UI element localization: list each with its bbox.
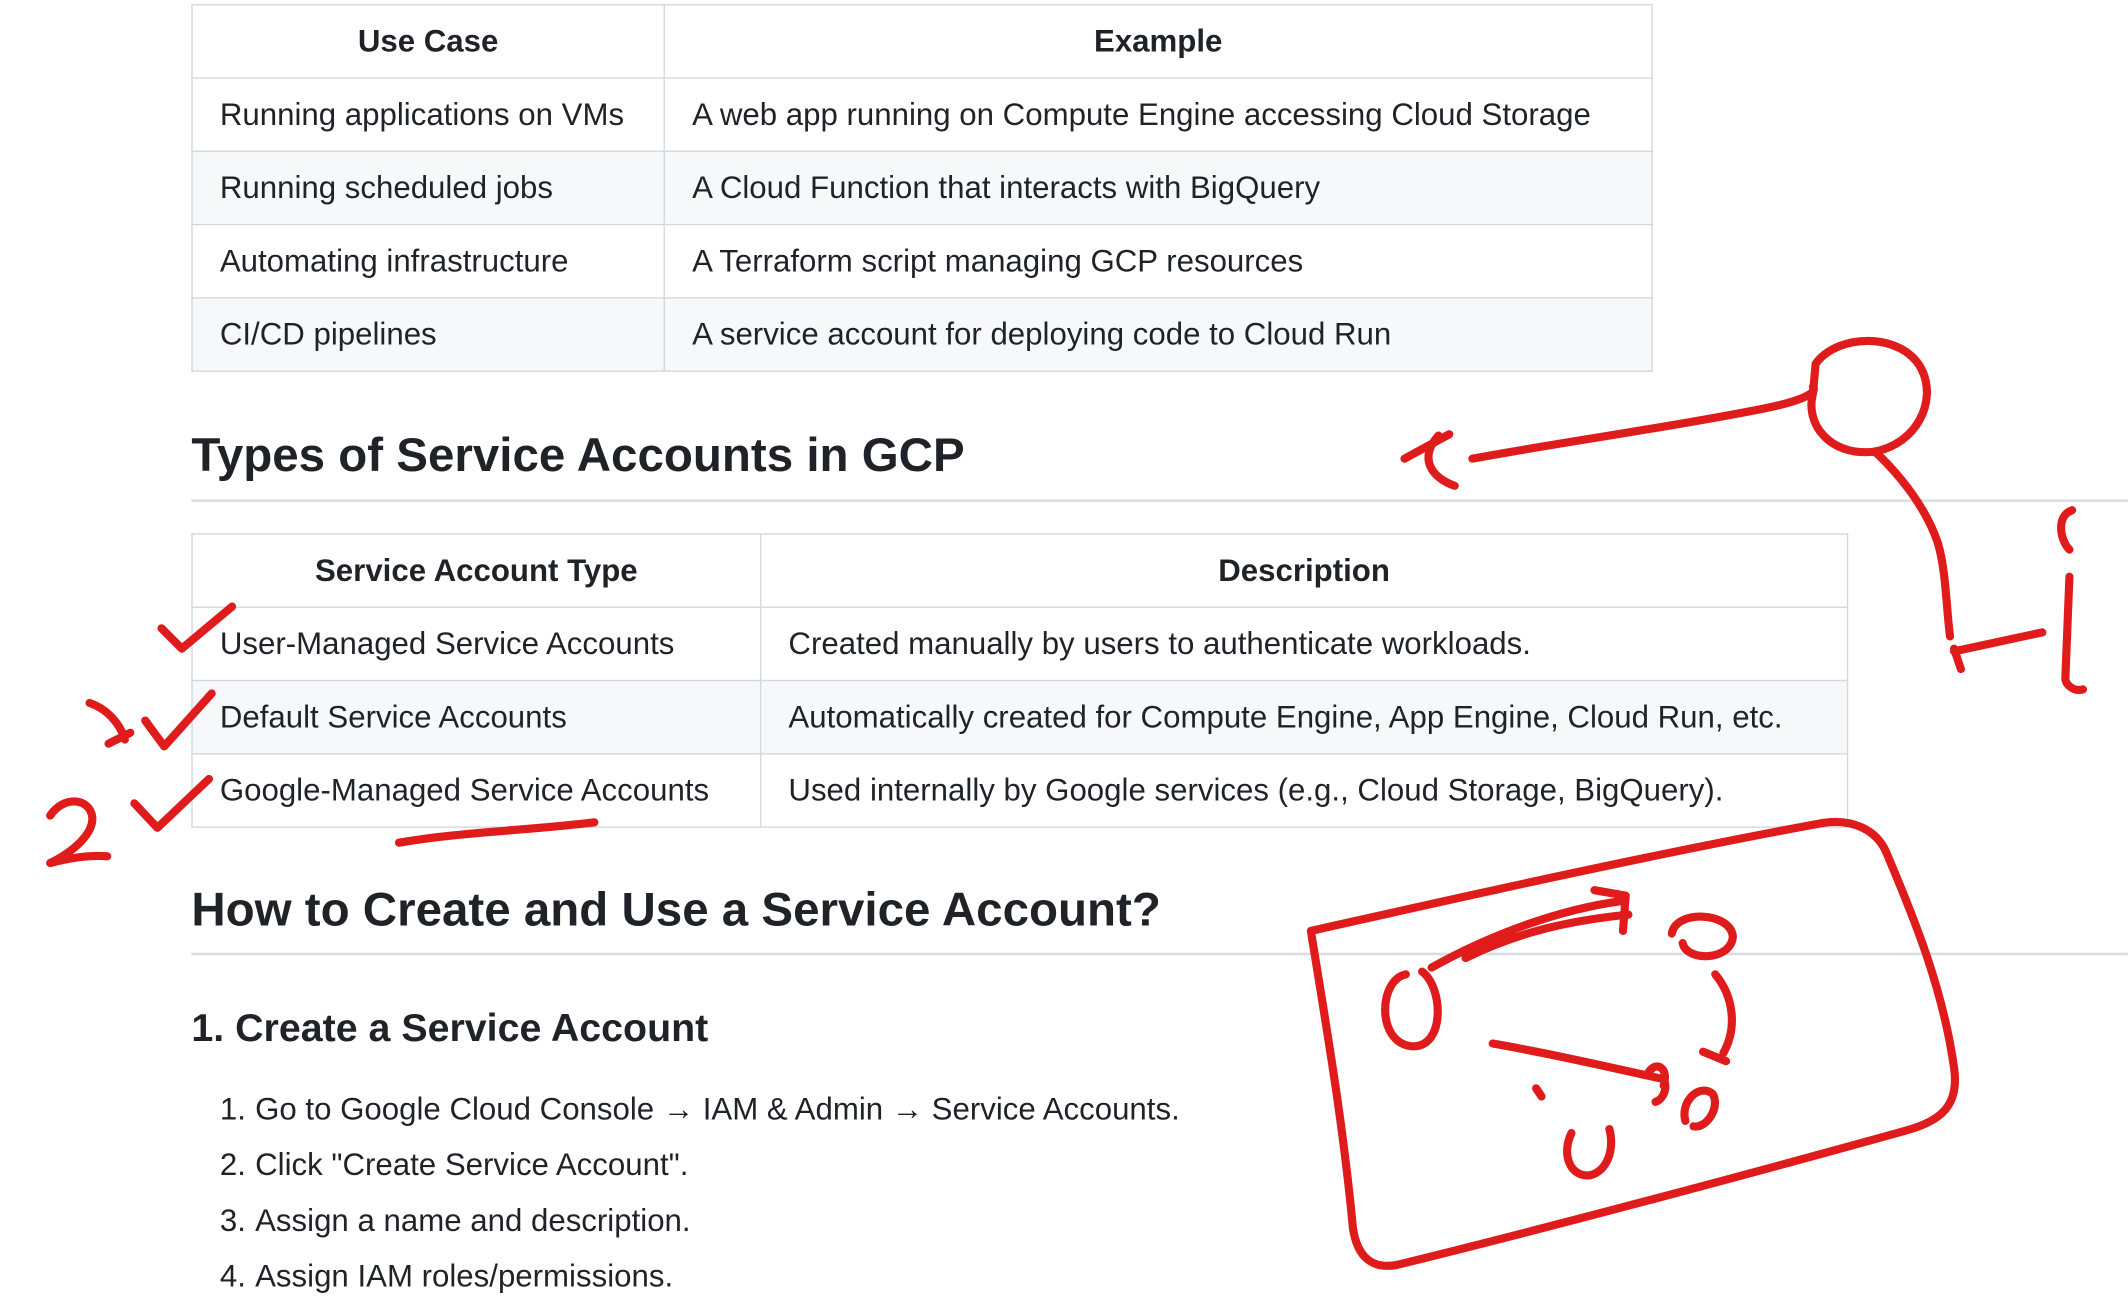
step-text: Click "Create Service Account". xyxy=(255,1146,689,1182)
table-row: Running applications on VMs A web app ru… xyxy=(191,77,1653,152)
sketch-loop xyxy=(1680,1086,1719,1131)
step-text: Assign a name and description. xyxy=(255,1202,691,1238)
circle-mark xyxy=(1807,336,1931,457)
howto-heading: How to Create and Use a Service Account? xyxy=(191,883,1161,937)
sketch-dot xyxy=(1532,1084,1546,1101)
rectangle-box xyxy=(1306,817,1960,1270)
column-header-use-case: Use Case xyxy=(191,4,665,79)
step-number: 3. xyxy=(219,1202,246,1238)
heading-divider xyxy=(191,952,2128,955)
column-header-description: Description xyxy=(759,533,1849,608)
types-heading: Types of Service Accounts in GCP xyxy=(191,428,965,482)
step-number: 2. xyxy=(219,1146,246,1182)
table-row: Running scheduled jobs A Cloud Function … xyxy=(191,150,1653,226)
description-cell: Used internally by Google services (e.g.… xyxy=(759,753,1849,828)
steps-list: 1. Go to Google Cloud Console → IAM & Adm… xyxy=(220,1086,1180,1309)
connector-line xyxy=(1872,449,2047,674)
table-row: Default Service Accounts Automatically c… xyxy=(191,679,1849,755)
sketch-loop xyxy=(1667,912,1737,961)
column-header-type: Service Account Type xyxy=(191,533,762,608)
account-type-cell: Google-Managed Service Accounts xyxy=(191,753,762,828)
handwritten-number-1 xyxy=(85,698,135,748)
sketch-loop xyxy=(1381,967,1442,1051)
description-cell: Automatically created for Compute Engine… xyxy=(759,679,1849,755)
sketch-loop xyxy=(1563,1124,1616,1180)
use-case-cell: CI/CD pipelines xyxy=(191,297,665,372)
service-account-types-table: Service Account Type Description User-Ma… xyxy=(191,533,1849,828)
heading-divider xyxy=(191,499,2128,502)
list-item: 2. Click "Create Service Account". xyxy=(220,1141,1180,1197)
table-row: CI/CD pipelines A service account for de… xyxy=(191,297,1653,372)
use-case-cell: Running scheduled jobs xyxy=(191,150,665,226)
step-number: 4. xyxy=(219,1257,246,1294)
column-header-example: Example xyxy=(663,4,1653,79)
example-cell: A Terraform script managing GCP resource… xyxy=(663,223,1653,299)
table-row: Google-Managed Service Accounts Used int… xyxy=(191,753,1849,828)
example-cell: A service account for deploying code to … xyxy=(663,297,1653,372)
table-row: Automating infrastructure A Terraform sc… xyxy=(191,223,1653,299)
sketch-line xyxy=(1488,1039,1670,1106)
step-number: 1. xyxy=(219,1091,246,1127)
list-item: 4. Assign IAM roles/permissions. xyxy=(220,1253,1180,1309)
step-text: Assign IAM roles/permissions. xyxy=(255,1257,674,1294)
table-header-row: Use Case Example xyxy=(191,4,1653,79)
handwritten-number-2 xyxy=(46,797,112,868)
use-case-cell: Automating infrastructure xyxy=(191,223,665,299)
example-cell: A web app running on Compute Engine acce… xyxy=(663,77,1653,152)
example-cell: A Cloud Function that interacts with Big… xyxy=(663,150,1653,226)
step-text: Go to Google Cloud Console → IAM & Admin… xyxy=(255,1091,1180,1127)
arrow-mark xyxy=(1400,382,1818,490)
document-page: Use Case Example Running applications on… xyxy=(0,0,2128,1314)
table-header-row: Service Account Type Description xyxy=(191,533,1849,608)
handwritten-mark xyxy=(2057,506,2088,695)
account-type-cell: User-Managed Service Accounts xyxy=(191,606,762,682)
description-cell: Created manually by users to authenticat… xyxy=(759,606,1849,682)
list-item: 3. Assign a name and description. xyxy=(220,1197,1180,1253)
create-service-account-heading: 1. Create a Service Account xyxy=(191,1006,709,1051)
account-type-cell: Default Service Accounts xyxy=(191,679,762,755)
list-item: 1. Go to Google Cloud Console → IAM & Adm… xyxy=(220,1086,1180,1142)
use-cases-table: Use Case Example Running applications on… xyxy=(191,4,1653,372)
use-case-cell: Running applications on VMs xyxy=(191,77,665,152)
sketch-curve xyxy=(1698,970,1736,1066)
table-row: User-Managed Service Accounts Created ma… xyxy=(191,606,1849,682)
sketch-arrow xyxy=(1427,886,1633,972)
